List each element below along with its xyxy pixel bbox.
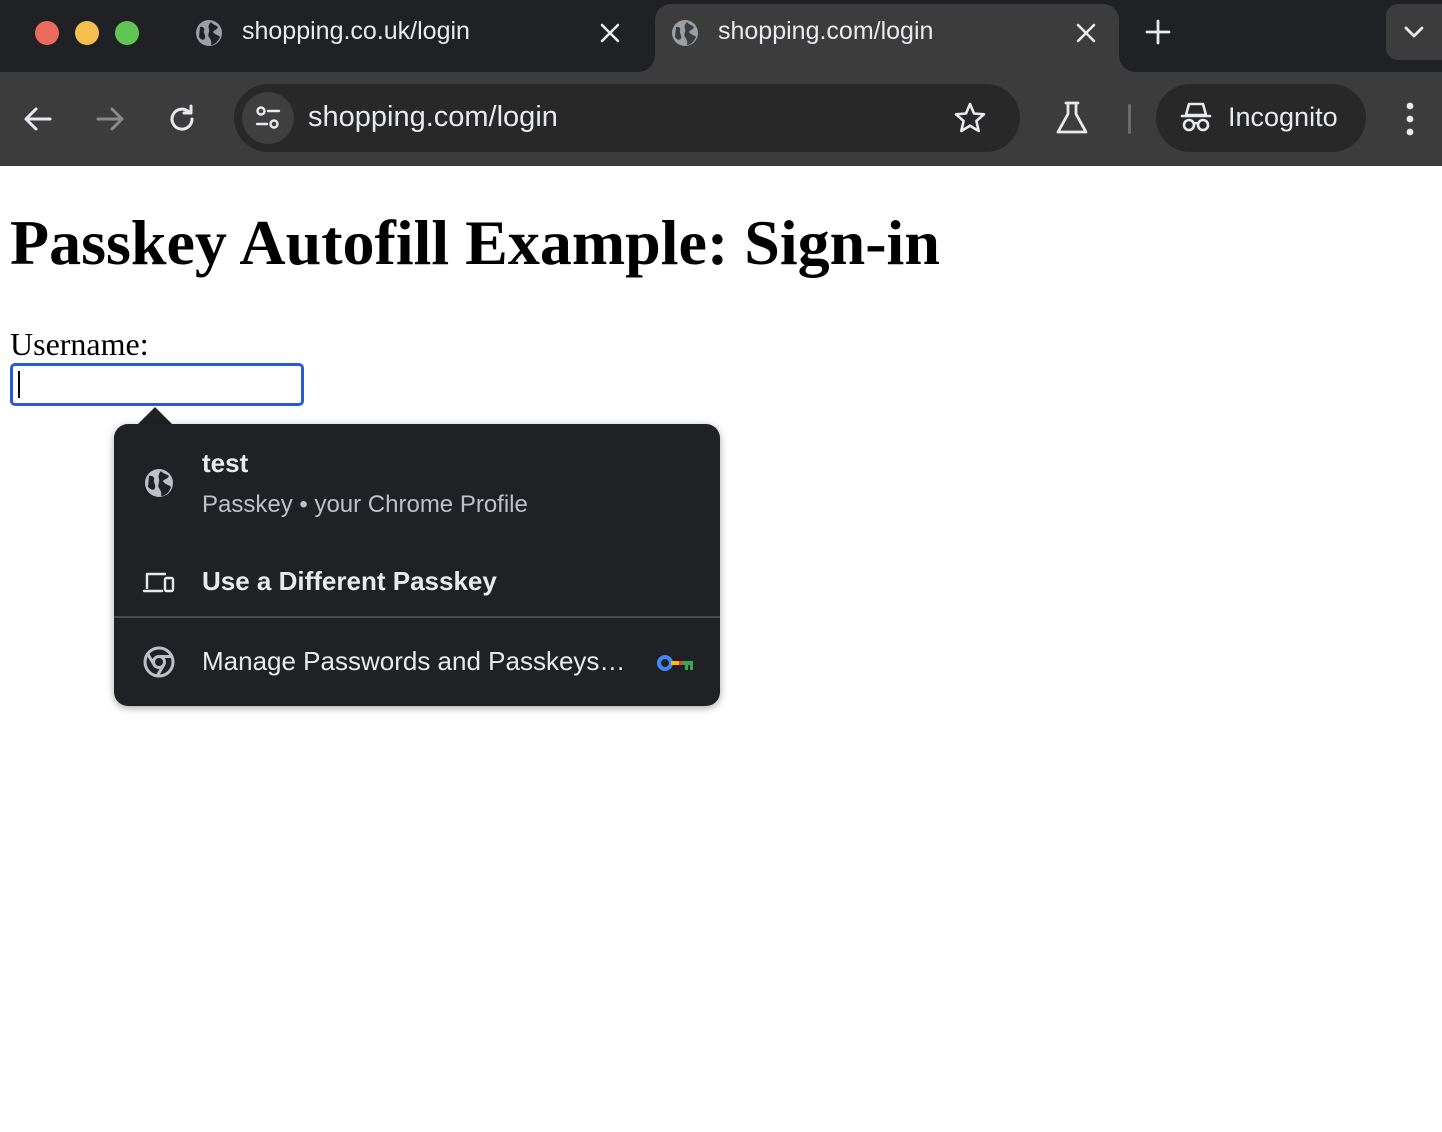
chevron-down-icon	[1404, 26, 1424, 38]
use-different-passkey-option[interactable]: Use a Different Passkey	[114, 550, 720, 616]
more-vert-icon[interactable]	[1398, 100, 1422, 138]
popup-arrow	[137, 407, 173, 425]
tab-strip: shopping.co.uk/login shopping.com/login	[0, 0, 1442, 72]
manage-passwords-label: Manage Passwords and Passkeys…	[202, 646, 626, 676]
popup-divider	[114, 616, 720, 618]
back-arrow-icon[interactable]	[20, 101, 56, 137]
passkey-autofill-popup: test Passkey • your Chrome Profile Use a…	[114, 424, 720, 706]
tab-title: shopping.co.uk/login	[242, 17, 470, 45]
passkey-suggestion[interactable]: test Passkey • your Chrome Profile	[114, 440, 720, 550]
toolbar-separator	[1128, 104, 1131, 134]
username-label: Username:	[10, 326, 149, 362]
manage-passwords-option[interactable]: Manage Passwords and Passkeys…	[114, 622, 720, 702]
passkey-username: test	[202, 448, 249, 478]
password-manager-key-icon	[657, 655, 693, 671]
reload-icon[interactable]	[164, 101, 200, 137]
tab-shopping-co-uk[interactable]: shopping.co.uk/login	[178, 4, 654, 72]
tab-shopping-com[interactable]: shopping.com/login	[639, 4, 1135, 72]
forward-arrow-icon[interactable]	[92, 101, 128, 137]
username-input[interactable]	[10, 363, 304, 406]
browser-toolbar: shopping.com/login Incognito	[0, 72, 1442, 166]
page-title: Passkey Autofill Example: Sign-in	[10, 207, 940, 278]
star-icon[interactable]	[952, 100, 988, 136]
site-info-button[interactable]	[242, 92, 294, 144]
flask-icon[interactable]	[1053, 99, 1091, 137]
tab-search-button[interactable]	[1386, 4, 1442, 60]
incognito-icon	[1180, 102, 1212, 132]
text-caret	[18, 371, 20, 398]
window-minimize-button[interactable]	[75, 21, 99, 45]
close-icon[interactable]	[598, 21, 622, 45]
plus-icon[interactable]	[1144, 18, 1172, 46]
close-icon[interactable]	[1074, 21, 1098, 45]
passkey-subtitle: Passkey • your Chrome Profile	[202, 491, 528, 518]
address-bar[interactable]: shopping.com/login	[234, 84, 1020, 152]
window-maximize-button[interactable]	[115, 21, 139, 45]
window-close-button[interactable]	[35, 21, 59, 45]
tab-title: shopping.com/login	[718, 17, 934, 45]
chrome-icon	[143, 646, 175, 678]
incognito-button[interactable]: Incognito	[1156, 84, 1366, 152]
url-text[interactable]: shopping.com/login	[308, 101, 558, 134]
incognito-label: Incognito	[1228, 102, 1338, 132]
devices-icon	[142, 572, 175, 593]
tune-icon	[255, 106, 281, 129]
use-different-passkey-label: Use a Different Passkey	[202, 566, 497, 596]
globe-icon	[145, 469, 173, 497]
globe-icon	[196, 20, 222, 46]
globe-icon	[672, 20, 698, 46]
